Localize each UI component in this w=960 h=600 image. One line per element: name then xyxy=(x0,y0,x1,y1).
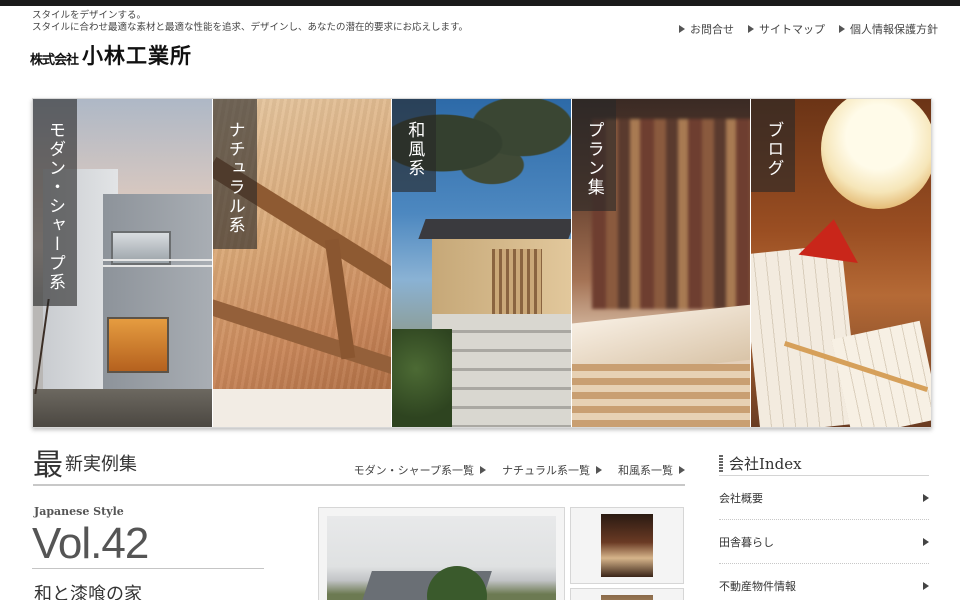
util-link-sitemap[interactable]: サイトマップ xyxy=(748,21,825,37)
hero-panel-japanese[interactable]: 和風系 xyxy=(392,99,572,427)
work-name[interactable]: 和と漆喰の家 xyxy=(34,580,142,600)
house-exterior-photo xyxy=(327,516,556,600)
hero-category-panels: モダン・シャープ系 ナチュラル系 和風系 プラン集 ブログ xyxy=(32,98,932,428)
latest-works-title-rest: 新実例集 xyxy=(65,454,137,475)
triangle-right-icon xyxy=(923,493,929,502)
heading-bar-icon xyxy=(719,454,723,473)
brand-prefix: 株式会社 xyxy=(30,53,79,68)
works-category-links: モダン・シャープ系一覧 ナチュラル系一覧 和風系一覧 xyxy=(354,462,685,478)
util-link-contact[interactable]: お問合せ xyxy=(679,21,734,37)
company-index-header: 会社Index xyxy=(719,452,929,476)
triangle-right-icon xyxy=(596,466,602,474)
triangle-right-icon xyxy=(679,466,685,474)
company-index-item-profile[interactable]: 会社概要 xyxy=(719,476,929,520)
util-link-label: 個人情報保護方針 xyxy=(850,23,938,36)
works-link-label: 和風系一覧 xyxy=(618,464,673,477)
company-index-title: 会社Index xyxy=(729,455,802,473)
company-index: 会社Index 会社概要 田舎暮らし 不動産物件情報 xyxy=(719,452,929,600)
work-volume-number: Vol.42 xyxy=(32,520,264,569)
hero-panel-plans[interactable]: プラン集 xyxy=(571,99,752,427)
triangle-right-icon xyxy=(923,581,929,590)
util-link-privacy[interactable]: 個人情報保護方針 xyxy=(839,21,938,37)
tagline-line-2: スタイルに合わせ最適な素材と最適な性能を追求、デザインし、あなたの潜在的要求にお… xyxy=(32,22,469,33)
triangle-right-icon xyxy=(923,537,929,546)
brand-logo[interactable]: 株式会社 小林工業所 xyxy=(30,44,192,68)
util-link-label: お問合せ xyxy=(690,23,734,36)
interior-thumbnail-photo xyxy=(601,595,653,600)
brand-name: 小林工業所 xyxy=(82,44,193,68)
work-main-photo[interactable] xyxy=(318,507,565,600)
company-index-item-label: 不動産物件情報 xyxy=(719,579,796,593)
hero-panel-blog[interactable]: ブログ xyxy=(751,99,931,427)
hero-panel-label: モダン・シャープ系 xyxy=(33,99,77,306)
triangle-right-icon xyxy=(679,25,685,33)
works-link-label: モダン・シャープ系一覧 xyxy=(353,464,474,477)
work-style-label: Japanese Style xyxy=(34,505,124,518)
company-index-item-label: 田舎暮らし xyxy=(719,535,774,549)
company-index-item-country-life[interactable]: 田舎暮らし xyxy=(719,520,929,564)
hero-panel-modern[interactable]: モダン・シャープ系 xyxy=(33,99,213,427)
interior-thumbnail-photo xyxy=(601,514,653,577)
triangle-right-icon xyxy=(748,25,754,33)
latest-works-header: 最 新実例集 モダン・シャープ系一覧 ナチュラル系一覧 和風系一覧 xyxy=(33,450,685,486)
triangle-right-icon xyxy=(839,25,845,33)
works-link-modern[interactable]: モダン・シャープ系一覧 xyxy=(354,462,486,478)
hero-panel-label: プラン集 xyxy=(571,99,616,211)
company-index-item-label: 会社概要 xyxy=(719,491,763,505)
work-thumbnail[interactable] xyxy=(570,588,684,600)
tagline: スタイルをデザインする。 スタイルに合わせ最適な素材と最適な性能を追求、デザイン… xyxy=(32,10,468,34)
triangle-right-icon xyxy=(480,466,486,474)
hero-panel-label: ナチュラル系 xyxy=(212,99,257,249)
util-link-label: サイトマップ xyxy=(759,23,825,36)
latest-works-title: 最 新実例集 xyxy=(33,450,137,482)
works-link-label: ナチュラル系一覧 xyxy=(502,464,590,477)
works-link-japanese[interactable]: 和風系一覧 xyxy=(618,462,685,478)
hero-panel-natural[interactable]: ナチュラル系 xyxy=(212,99,393,427)
utility-nav: お問合せ サイトマップ 個人情報保護方針 xyxy=(679,21,938,37)
tagline-line-1: スタイルをデザインする。 xyxy=(32,10,147,21)
latest-works-title-initial: 最 xyxy=(33,448,63,483)
works-link-natural[interactable]: ナチュラル系一覧 xyxy=(502,462,602,478)
top-bar xyxy=(0,0,960,6)
company-index-item-real-estate[interactable]: 不動産物件情報 xyxy=(719,564,929,600)
hero-panel-label: ブログ xyxy=(751,99,796,192)
hero-panel-label: 和風系 xyxy=(392,99,437,192)
work-thumbnail[interactable] xyxy=(570,507,684,584)
